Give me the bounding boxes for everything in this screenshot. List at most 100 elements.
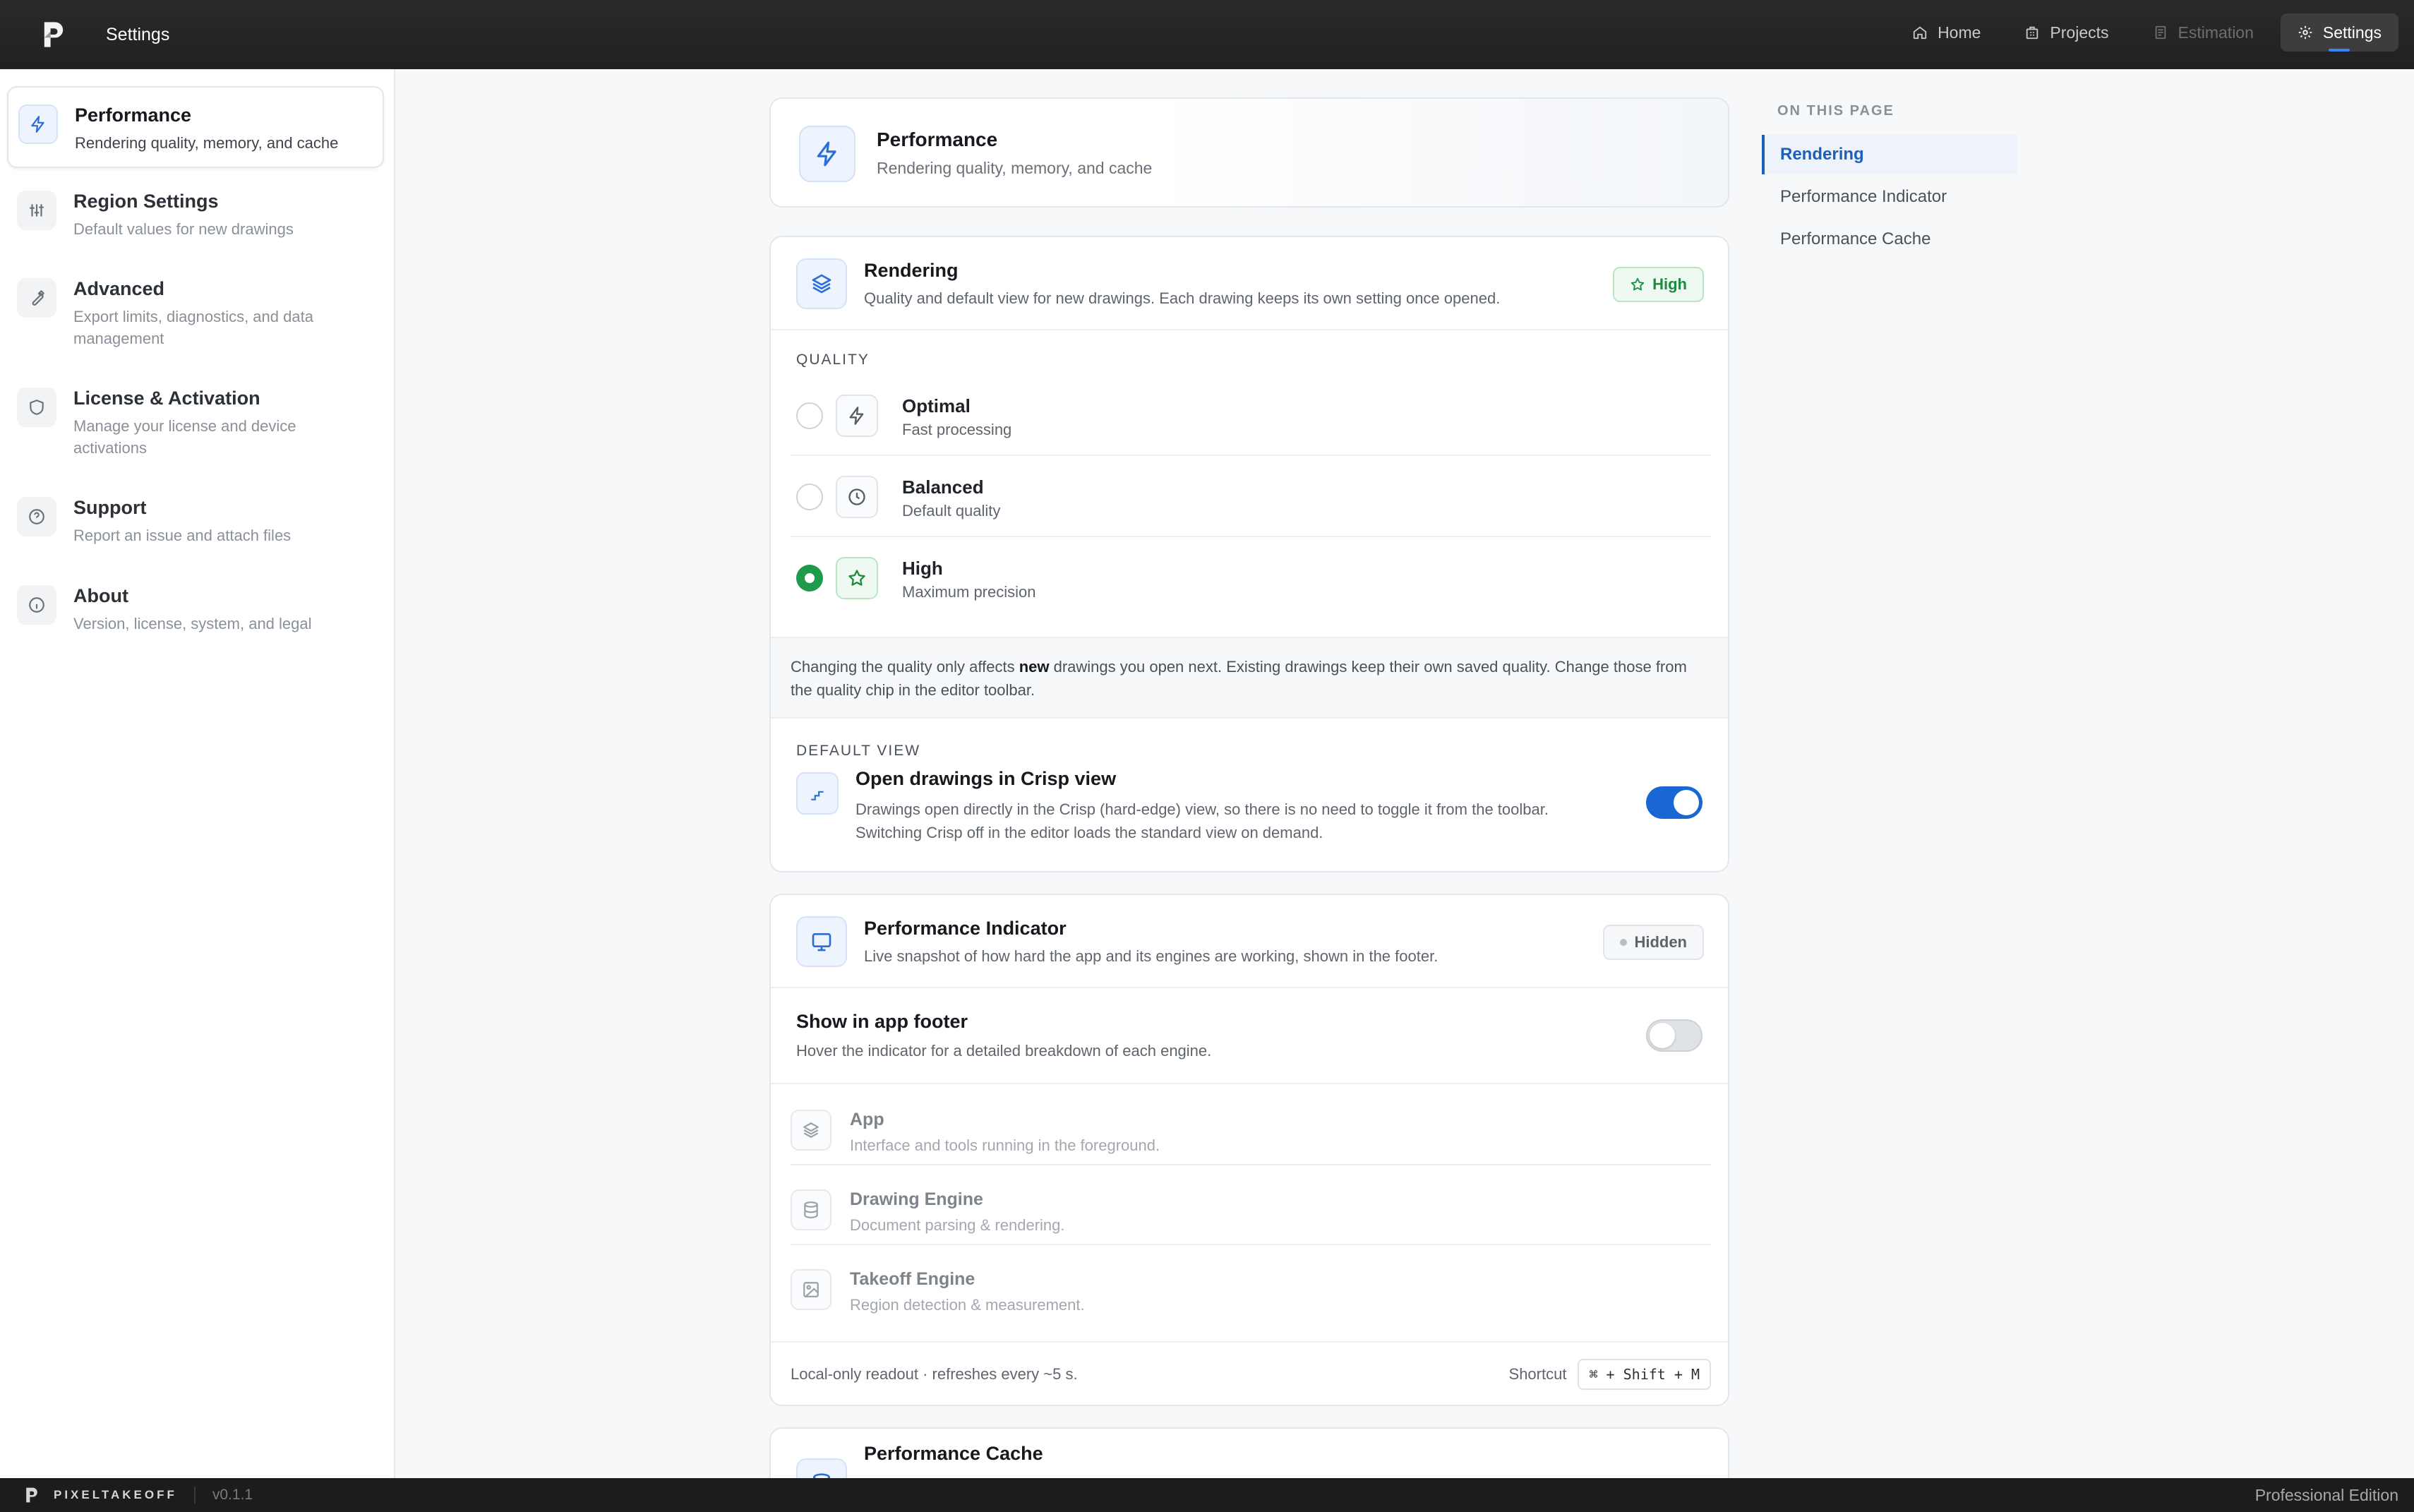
nav-projects-button[interactable]: Projects (2007, 13, 2125, 52)
section-title: Rendering (864, 260, 959, 281)
home-icon (1913, 26, 1927, 40)
sidebar-item-advanced[interactable]: Advanced Export limits, diagnostics, and… (7, 261, 384, 366)
bolt-icon (836, 395, 878, 437)
engine-title: Takeoff Engine (850, 1269, 975, 1289)
quality-label: QUALITY (796, 352, 870, 368)
status-bar: PIXELTAKEOFF v0.1.1 Professional Edition (0, 1478, 2414, 1512)
quality-option-balanced[interactable]: Balanced Default quality (791, 457, 1711, 537)
nav-home-label: Home (1938, 23, 1981, 42)
section-subtitle: Live snapshot of how hard the app and it… (864, 947, 1439, 965)
quality-option-optimal[interactable]: Optimal Fast processing (791, 376, 1711, 456)
option-subtitle: Default quality (902, 502, 1001, 520)
rendering-header: Rendering Quality and default view for n… (771, 237, 1728, 330)
help-circle-icon (17, 497, 56, 536)
image-icon (791, 1269, 831, 1310)
sidebar-item-subtitle: Report an issue and attach files (73, 527, 292, 544)
star-icon (1631, 277, 1645, 291)
sidebar-item-title: About (73, 585, 128, 606)
engine-subtitle: Interface and tools running in the foreg… (850, 1136, 1160, 1154)
toc-link-rendering[interactable]: Rendering (1762, 135, 2017, 174)
default-view-label: DEFAULT VIEW (796, 743, 921, 759)
indicator-status-badge: Hidden (1603, 925, 1704, 960)
performance-indicator-section: Performance Indicator Live snapshot of h… (769, 894, 1729, 1406)
page-title: Performance (877, 128, 998, 150)
sidebar-item-support[interactable]: Support Report an issue and attach files (7, 480, 384, 563)
building-icon (2026, 26, 2038, 40)
nav-estimation-button[interactable]: Estimation (2136, 13, 2271, 52)
note-text-start: Changing the quality only affects (791, 658, 1019, 676)
footer-toggle-description: Hover the indicator for a detailed break… (796, 1042, 1212, 1060)
status-dot-icon (1620, 939, 1628, 946)
sidebar-item-about[interactable]: About Version, license, system, and lega… (7, 568, 384, 652)
bolt-icon (18, 104, 58, 144)
sidebar-item-license-activation[interactable]: License & Activation Manage your license… (7, 371, 384, 476)
show-in-footer-toggle[interactable] (1646, 1019, 1703, 1052)
crisp-view-title: Open drawings in Crisp view (855, 768, 1117, 789)
crisp-view-toggle[interactable] (1646, 786, 1703, 819)
note-text-bold: new (1019, 658, 1050, 676)
sidebar-item-performance[interactable]: Performance Rendering quality, memory, a… (7, 86, 384, 168)
engine-title: App (850, 1110, 884, 1129)
stairs-icon (796, 772, 839, 815)
nav-estimation-label: Estimation (2178, 23, 2254, 42)
keyboard-shortcut: ⌘ + Shift + M (1578, 1359, 1711, 1390)
engine-item-takeoff: Takeoff Engine Region detection & measur… (791, 1245, 1711, 1325)
quality-note: Changing the quality only affects new dr… (771, 637, 1728, 719)
brand-logo-icon (26, 1487, 37, 1503)
sidebar-item-title: Performance (75, 104, 192, 126)
sidebar-item-subtitle: Manage your license and device activatio… (73, 417, 296, 457)
layers-icon (796, 258, 847, 309)
indicator-header: Performance Indicator Live snapshot of h… (771, 895, 1728, 988)
nav-projects-label: Projects (2050, 23, 2109, 42)
radio-balanced[interactable] (796, 484, 823, 510)
divider (193, 1487, 196, 1504)
sidebar-item-title: Region Settings (73, 191, 219, 212)
crisp-view-description: Drawings open directly in the Crisp (har… (855, 800, 1549, 841)
sidebar-item-subtitle: Rendering quality, memory, and cache (75, 134, 339, 152)
indicator-footer: Local-only readout · refreshes every ~5 … (771, 1341, 1728, 1405)
star-icon (836, 557, 878, 599)
quality-status-badge: High (1613, 267, 1704, 302)
document-icon (2155, 25, 2166, 40)
gear-icon (2298, 25, 2312, 40)
sidebar-item-region-settings[interactable]: Region Settings Default values for new d… (7, 174, 384, 257)
shortcut-label: Shortcut (1508, 1365, 1567, 1383)
sidebar-item-subtitle: Export limits, diagnostics, and data man… (73, 308, 313, 347)
quality-option-high[interactable]: High Maximum precision (791, 538, 1711, 618)
sidebar-item-title: License & Activation (73, 388, 260, 409)
section-title: Performance Indicator (864, 918, 1067, 939)
app-title: Settings (106, 24, 170, 44)
radio-optimal[interactable] (796, 402, 823, 429)
page-subtitle: Rendering quality, memory, and cache (877, 159, 1153, 177)
engine-item-app: App Interface and tools running in the f… (791, 1086, 1711, 1165)
settings-sidebar: Performance Rendering quality, memory, a… (0, 69, 395, 1478)
toc-link-performance-indicator[interactable]: Performance Indicator (1762, 177, 2017, 217)
database-icon (791, 1189, 831, 1230)
clock-icon (836, 476, 878, 518)
option-title: High (902, 558, 943, 579)
nav-settings-button[interactable]: Settings (2280, 13, 2398, 52)
edition-label: Professional Edition (2254, 1485, 2398, 1504)
toc-link-performance-cache[interactable]: Performance Cache (1762, 220, 2017, 259)
footer-toggle-title: Show in app footer (796, 1011, 968, 1032)
option-title: Balanced (902, 476, 984, 498)
sidebar-item-title: Support (73, 497, 147, 518)
option-title: Optimal (902, 395, 971, 416)
toc-heading: ON THIS PAGE (1777, 103, 1894, 119)
rendering-section: Rendering Quality and default view for n… (769, 236, 1729, 872)
sidebar-item-subtitle: Version, license, system, and legal (73, 615, 312, 632)
version-label: v0.1.1 (212, 1487, 253, 1503)
engine-title: Drawing Engine (850, 1189, 983, 1209)
option-subtitle: Fast processing (902, 421, 1012, 438)
footer-toggle-row: Show in app footer Hover the indicator f… (771, 988, 1728, 1084)
app-logo-icon[interactable] (35, 16, 72, 53)
brand-name: PIXELTAKEOFF (54, 1488, 177, 1501)
info-icon (17, 585, 56, 625)
badge-label: Hidden (1634, 933, 1687, 951)
section-title: Performance Cache (864, 1443, 1043, 1464)
radio-high[interactable] (796, 565, 823, 592)
performance-header-card: Performance Rendering quality, memory, a… (769, 97, 1729, 208)
nav-home-button[interactable]: Home (1895, 13, 1998, 52)
option-subtitle: Maximum precision (902, 583, 1036, 601)
top-navigation: Home Projects Estimation Settings (1895, 13, 2398, 52)
